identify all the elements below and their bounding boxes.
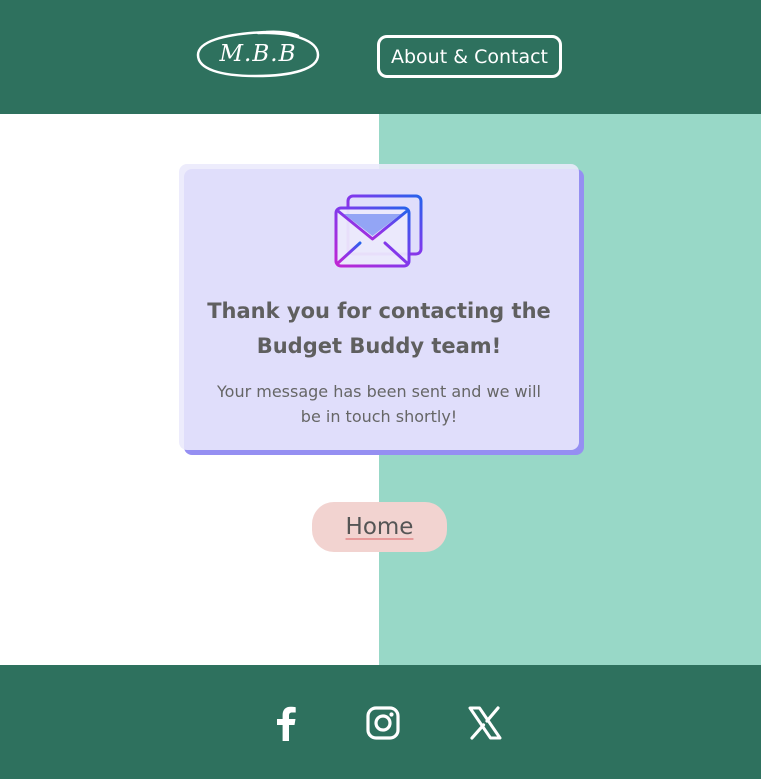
site-footer — [0, 665, 761, 779]
logo-text: M.B.B — [219, 41, 297, 67]
nav-about-contact-link[interactable]: About & Contact — [377, 35, 562, 78]
card-message-line-1: Your message has been sent and we will — [217, 382, 541, 401]
logo[interactable]: M.B.B — [196, 30, 320, 78]
instagram-icon[interactable] — [363, 703, 403, 743]
x-twitter-icon[interactable] — [465, 703, 505, 743]
main-content: Thank you for contacting the Budget Budd… — [0, 114, 761, 665]
confirmation-card: Thank you for contacting the Budget Budd… — [179, 164, 579, 450]
card-title-line-2: Budget Buddy team! — [256, 334, 502, 358]
facebook-icon[interactable] — [266, 703, 306, 743]
card-message-line-2: be in touch shortly! — [300, 407, 458, 426]
card-title-line-1: Thank you for contacting the — [207, 299, 551, 323]
home-button-label: Home — [345, 514, 414, 540]
card-message: Your message has been sent and we will b… — [193, 379, 565, 429]
home-button[interactable]: Home — [312, 502, 447, 552]
card-title: Thank you for contacting the Budget Budd… — [199, 294, 559, 364]
envelope-icon — [334, 194, 424, 270]
site-header: M.B.B About & Contact — [0, 0, 761, 114]
